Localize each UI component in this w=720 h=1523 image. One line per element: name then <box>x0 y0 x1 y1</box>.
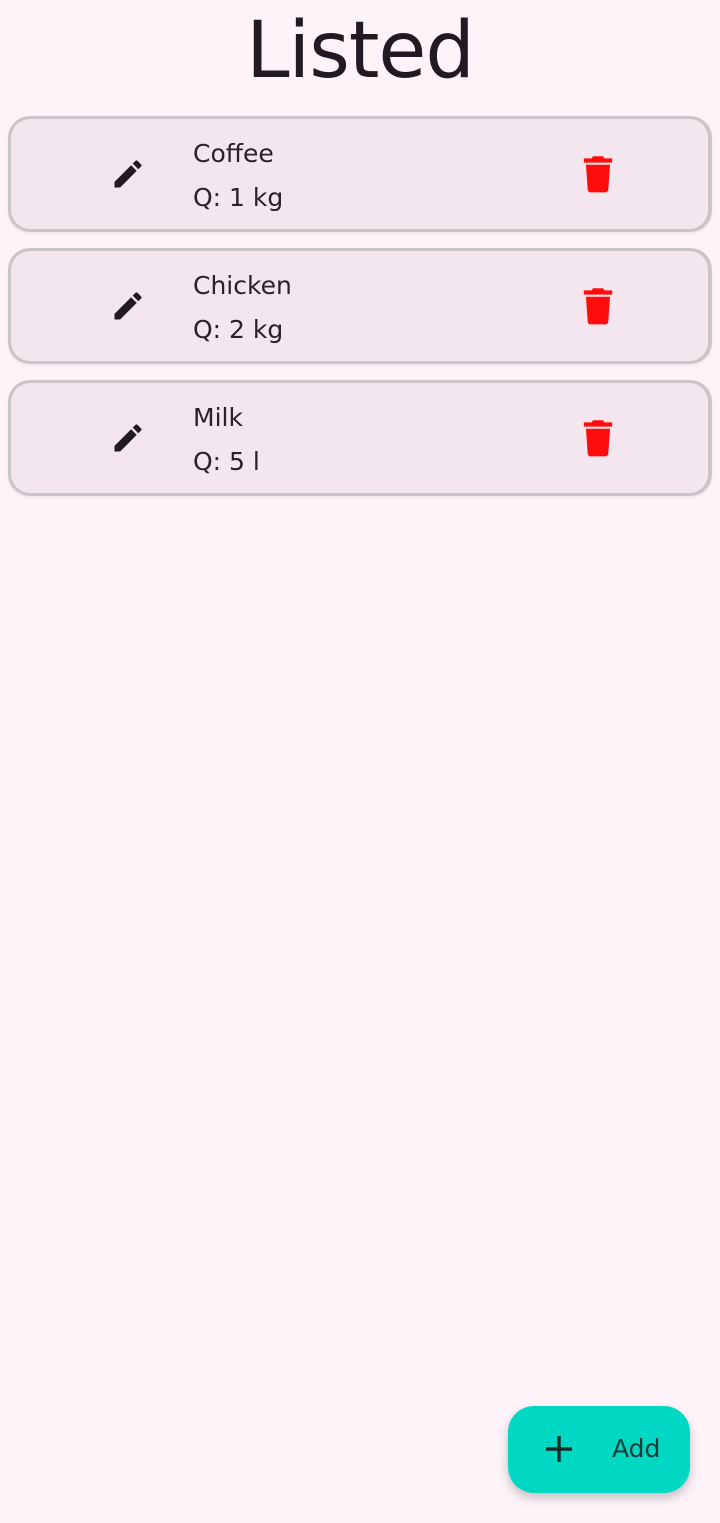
delete-button[interactable] <box>573 149 623 199</box>
item-quantity: Q: 1 kg <box>193 183 284 212</box>
item-text: Milk Q: 5 l <box>193 401 260 479</box>
delete-button[interactable] <box>573 281 623 331</box>
trash-icon <box>583 156 613 193</box>
item-quantity: Q: 2 kg <box>193 315 284 344</box>
list-item: Coffee Q: 1 kg <box>8 116 712 232</box>
page-title: Listed <box>246 6 475 96</box>
item-text: Coffee Q: 1 kg <box>193 137 283 215</box>
edit-button[interactable] <box>103 149 153 199</box>
item-list: Coffee Q: 1 kg Chicken Q: 2 kg Milk Q: 5… <box>8 116 712 512</box>
trash-icon <box>583 420 613 457</box>
edit-button[interactable] <box>103 281 153 331</box>
item-name: Milk <box>193 403 243 432</box>
pencil-icon <box>114 160 142 188</box>
item-name: Chicken <box>193 271 292 300</box>
add-button[interactable]: Add <box>508 1406 690 1493</box>
item-name: Coffee <box>193 139 274 168</box>
pencil-icon <box>114 424 142 452</box>
delete-button[interactable] <box>573 413 623 463</box>
list-item: Milk Q: 5 l <box>8 380 712 496</box>
add-button-label: Add <box>612 1434 661 1463</box>
item-quantity: Q: 5 l <box>193 447 260 476</box>
edit-button[interactable] <box>103 413 153 463</box>
item-text: Chicken Q: 2 kg <box>193 269 292 347</box>
trash-icon <box>583 288 613 325</box>
plus-icon <box>546 1436 572 1462</box>
pencil-icon <box>114 292 142 320</box>
list-item: Chicken Q: 2 kg <box>8 248 712 364</box>
